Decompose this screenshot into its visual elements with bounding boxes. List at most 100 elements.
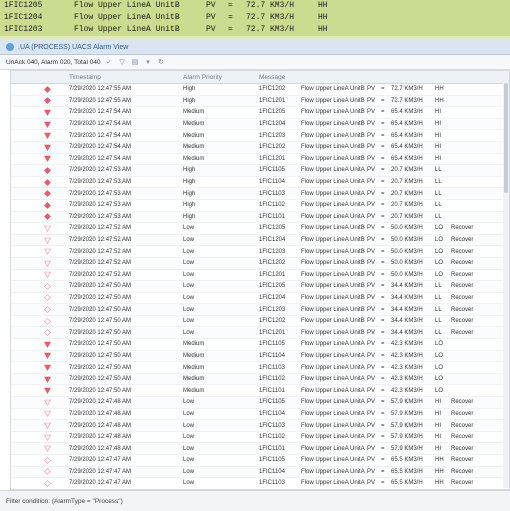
equals-cell: = xyxy=(381,468,385,475)
alarm-priority-icon xyxy=(11,317,69,325)
priority-cell: High xyxy=(183,97,196,104)
pv-label-cell: PV xyxy=(367,179,376,186)
equals-cell: = xyxy=(381,387,385,394)
recover-cell: Recover xyxy=(451,410,474,417)
priority-cell: High xyxy=(183,179,196,186)
table-row[interactable]: 7/29/2020 12:47:54 AM Medium 1FIC1201 Flow … xyxy=(11,154,509,166)
description-cell: Flow Upper LineA UnitB xyxy=(301,225,365,232)
header-message[interactable]: Message xyxy=(259,74,301,81)
value-cell: 65.4 KM3/H xyxy=(391,121,423,128)
alarm-priority-icon xyxy=(11,97,69,105)
status-bar: Filter condition: (AlarmType = "Process"… xyxy=(0,490,510,511)
equals-cell: = xyxy=(381,202,385,209)
table-row[interactable]: 7/29/2020 12:47:55 AM High 1FIC1202 Flow Up… xyxy=(11,84,509,96)
description-cell: Flow Upper LineA UnitA xyxy=(301,434,365,441)
value-cell: 65.4 KM3/H xyxy=(391,155,423,162)
banner-alarm-row[interactable]: 1FIC1205 Flow Upper LineA UnitB PV = 72.7 KM… xyxy=(0,0,510,12)
table-row[interactable]: 7/29/2020 12:47:48 AM Low 1FIC1105 Flow Upp… xyxy=(11,397,509,409)
pv-label-cell: PV xyxy=(367,97,376,104)
equals-cell: = xyxy=(381,283,385,290)
table-row[interactable]: 7/29/2020 12:47:53 AM High 1FIC1103 Flow Up… xyxy=(11,188,509,200)
table-row[interactable]: 7/29/2020 12:47:47 AM Low 1FIC1104 Flow Upp… xyxy=(11,466,509,479)
filter-condition: Filter condition: (AlarmType = "Process"… xyxy=(6,497,123,505)
table-row[interactable]: 7/29/2020 12:47:54 AM Medium 1FIC1203 Flow … xyxy=(11,130,509,142)
table-row[interactable]: 7/29/2020 12:47:50 AM Low 1FIC1201 Flow Upp… xyxy=(11,327,509,340)
table-row[interactable]: 7/29/2020 12:47:50 AM Medium 1FIC1101 Flow … xyxy=(11,385,509,398)
banner-description: Flow Upper LineA UnitB xyxy=(74,13,180,22)
tag-cell: 1FIC1102 xyxy=(259,202,285,209)
table-row[interactable]: 7/29/2020 12:47:48 AM Low 1FIC1101 Flow Upp… xyxy=(11,443,509,455)
priority-cell: Low xyxy=(183,434,195,441)
table-row[interactable]: 7/29/2020 12:47:50 AM Low 1FIC1203 Flow Upp… xyxy=(11,304,509,316)
table-row[interactable]: 7/29/2020 12:47:47 AM Low 1FIC1105 Flow Upp… xyxy=(11,455,509,467)
recover-cell: Recover xyxy=(451,306,474,313)
table-row[interactable]: 7/29/2020 12:47:53 AM High 1FIC1104 Flow Up… xyxy=(11,177,509,189)
table-row[interactable]: 7/29/2020 12:47:50 AM Low 1FIC1202 Flow Upp… xyxy=(11,316,509,328)
scrollbar-thumb[interactable] xyxy=(504,83,508,193)
recover-cell: Recover xyxy=(451,318,474,325)
state-cell: HI xyxy=(435,445,441,452)
alarm-counts: UnAck 040, Alarm 020, Total 040 xyxy=(6,58,101,66)
table-row[interactable]: 7/29/2020 12:47:50 AM Low 1FIC1205 Flow Upp… xyxy=(11,281,509,293)
alarm-priority-icon xyxy=(11,201,69,209)
table-row[interactable]: 7/29/2020 12:47:50 AM Medium 1FIC1105 Flow … xyxy=(11,339,509,351)
table-row[interactable]: 7/29/2020 12:47:53 AM High 1FIC1101 Flow Up… xyxy=(11,211,509,224)
tag-cell: 1FIC1201 xyxy=(259,97,286,104)
value-cell: 57.9 KM3/H xyxy=(391,434,423,441)
banner-alarm-row[interactable]: 1FIC1203 Flow Upper LineA UnitB PV = 72.7 KM… xyxy=(0,24,510,36)
alarm-priority-icon xyxy=(11,480,69,487)
tag-cell: 1FIC1203 xyxy=(259,306,286,313)
table-row[interactable]: 7/29/2020 12:47:48 AM Low 1FIC1104 Flow Upp… xyxy=(11,409,509,421)
table-row[interactable]: 7/29/2020 12:47:50 AM Medium 1FIC1102 Flow … xyxy=(11,373,509,386)
equals-cell: = xyxy=(381,422,385,429)
table-row[interactable]: 7/29/2020 12:47:54 AM Medium 1FIC1204 Flow … xyxy=(11,118,509,131)
diamond-filled-alarm-icon xyxy=(43,97,51,105)
priority-cell: Low xyxy=(183,445,195,452)
chevron-down-icon[interactable]: ▾ xyxy=(144,58,153,67)
value-cell: 65.5 KM3/H xyxy=(391,468,423,475)
table-row[interactable]: 7/29/2020 12:47:48 AM Low 1FIC1103 Flow Upp… xyxy=(11,420,509,432)
table-row[interactable]: 7/29/2020 12:47:55 AM High 1FIC1201 Flow Up… xyxy=(11,95,509,108)
acknowledge-icon[interactable]: ✓ xyxy=(105,58,114,67)
state-cell: LO xyxy=(435,341,444,348)
equals-cell: = xyxy=(381,237,385,244)
state-cell: HI xyxy=(435,144,441,151)
header-priority[interactable]: Alarm Priority xyxy=(183,74,259,81)
table-row[interactable]: 7/29/2020 12:47:54 AM Medium 1FIC1205 Flow … xyxy=(11,107,509,119)
table-row[interactable]: 7/29/2020 12:47:50 AM Medium 1FIC1104 Flow … xyxy=(11,350,509,363)
refresh-icon[interactable]: ↻ xyxy=(157,58,166,67)
vertical-scrollbar[interactable] xyxy=(503,83,509,488)
table-row[interactable]: 7/29/2020 12:47:50 AM Medium 1FIC1103 Flow … xyxy=(11,362,509,374)
equals-cell: = xyxy=(381,434,385,441)
timestamp-cell: 7/29/2020 12:47:53 AM xyxy=(69,179,132,186)
triangle-filled-alarm-icon xyxy=(43,144,51,151)
priority-cell: Low xyxy=(183,260,195,267)
triangle-outline-alarm-icon xyxy=(43,445,51,453)
triangle-filled-alarm-icon xyxy=(43,156,51,163)
header-timestamp[interactable]: Timestamp xyxy=(69,74,183,81)
table-row[interactable]: 7/29/2020 12:47:52 AM Low 1FIC1204 Flow Upp… xyxy=(11,234,509,247)
banner-alarm-row[interactable]: 1FIC1204 Flow Upper LineA UnitB PV = 72.7 KM… xyxy=(0,12,510,24)
timestamp-cell: 7/29/2020 12:47:47 AM xyxy=(69,468,132,475)
table-row[interactable]: 7/29/2020 12:47:52 AM Low 1FIC1201 Flow Upp… xyxy=(11,270,509,282)
table-row[interactable]: 7/29/2020 12:47:52 AM Low 1FIC1203 Flow Upp… xyxy=(11,246,509,258)
timestamp-cell: 7/29/2020 12:47:53 AM xyxy=(69,202,132,209)
table-row[interactable]: 7/29/2020 12:47:53 AM High 1FIC1102 Flow Up… xyxy=(11,200,509,212)
diamond-outline-alarm-icon xyxy=(43,329,51,337)
priority-cell: Low xyxy=(183,306,195,313)
timestamp-cell: 7/29/2020 12:47:48 AM xyxy=(69,410,132,417)
table-row[interactable]: 7/29/2020 12:47:54 AM Medium 1FIC1202 Flow … xyxy=(11,141,509,154)
table-row[interactable]: 7/29/2020 12:47:52 AM Low 1FIC1202 Flow Upp… xyxy=(11,257,509,270)
equals-cell: = xyxy=(381,318,385,325)
table-row[interactable]: 7/29/2020 12:47:47 AM Low 1FIC1103 Flow Upp… xyxy=(11,478,509,489)
priority-cell: High xyxy=(183,167,196,174)
pv-label-cell: PV xyxy=(367,190,376,197)
table-row[interactable]: 7/29/2020 12:47:48 AM Low 1FIC1102 Flow Upp… xyxy=(11,432,509,444)
recover-cell: Recover xyxy=(451,399,474,406)
table-row[interactable]: 7/29/2020 12:47:50 AM Low 1FIC1204 Flow Upp… xyxy=(11,293,509,305)
table-row[interactable]: 7/29/2020 12:47:53 AM High 1FIC1105 Flow Up… xyxy=(11,165,509,177)
value-cell: 72.7 KM3/H xyxy=(391,86,423,93)
table-row[interactable]: 7/29/2020 12:47:52 AM Low 1FIC1205 Flow Upp… xyxy=(11,223,509,235)
columns-icon[interactable]: ▤ xyxy=(131,58,140,67)
filter-icon[interactable]: ▽ xyxy=(118,58,127,67)
